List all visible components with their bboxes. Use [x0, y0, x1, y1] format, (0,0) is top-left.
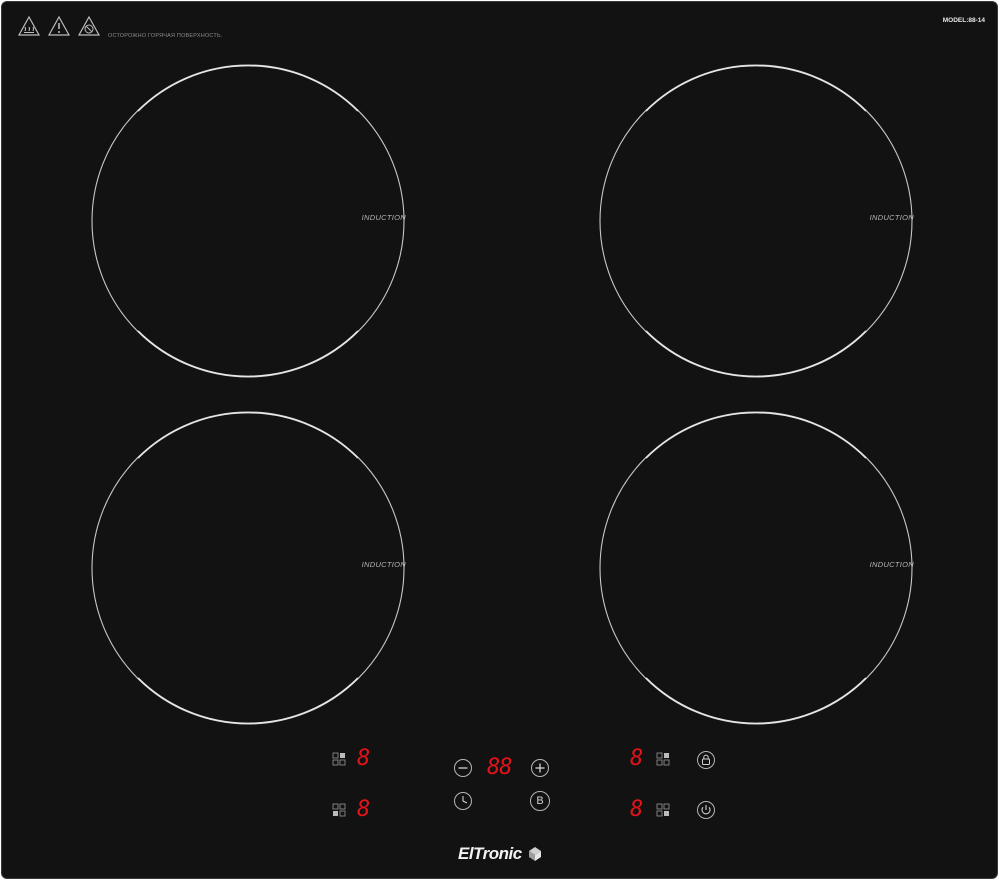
rear-right-level-display: 8 [630, 746, 644, 771]
model-label: MODEL:88-14 [942, 17, 985, 24]
boost-button[interactable]: B [530, 791, 550, 811]
zone-select-front-left-icon[interactable] [332, 803, 346, 817]
cooking-zone-rear-right[interactable]: INDUCTION [598, 63, 914, 379]
cooking-zone-front-left[interactable]: INDUCTION [90, 410, 406, 726]
minus-icon[interactable] [453, 758, 473, 778]
lock-icon[interactable] [696, 750, 716, 770]
zone-label: INDUCTION [361, 560, 406, 569]
front-right-level-display: 8 [630, 797, 644, 822]
brand-logo: ElTronic [458, 844, 545, 864]
hot-surface-icon [17, 15, 41, 36]
zone-label: INDUCTION [361, 213, 406, 222]
warning-icons [17, 15, 101, 37]
brand-name: ElTronic [458, 844, 522, 863]
timer-display: 88 [487, 755, 512, 780]
cooking-zone-front-right[interactable]: INDUCTION [598, 410, 914, 726]
zone-select-front-right-icon[interactable] [656, 803, 670, 817]
power-icon[interactable] [696, 800, 716, 820]
front-left-level-display: 8 [357, 797, 371, 822]
plus-icon[interactable] [530, 758, 550, 778]
cooking-zone-rear-left[interactable]: INDUCTION [90, 63, 406, 379]
brand-cube-icon [528, 847, 541, 861]
induction-hob-panel: ОСТОРОЖНО ГОРЯЧАЯ ПОВЕРХНОСТЬ. MODEL:88-… [1, 1, 998, 879]
zone-label: INDUCTION [869, 560, 914, 569]
rear-left-level-display: 8 [357, 746, 371, 771]
zone-select-rear-left-icon[interactable] [332, 752, 346, 766]
caution-icon [47, 15, 71, 36]
zone-select-rear-right-icon[interactable] [656, 752, 670, 766]
hot-surface-warning-text: ОСТОРОЖНО ГОРЯЧАЯ ПОВЕРХНОСТЬ. [108, 33, 223, 39]
zone-label: INDUCTION [869, 213, 914, 222]
clock-icon[interactable] [453, 791, 473, 811]
no-touch-icon [77, 15, 101, 36]
